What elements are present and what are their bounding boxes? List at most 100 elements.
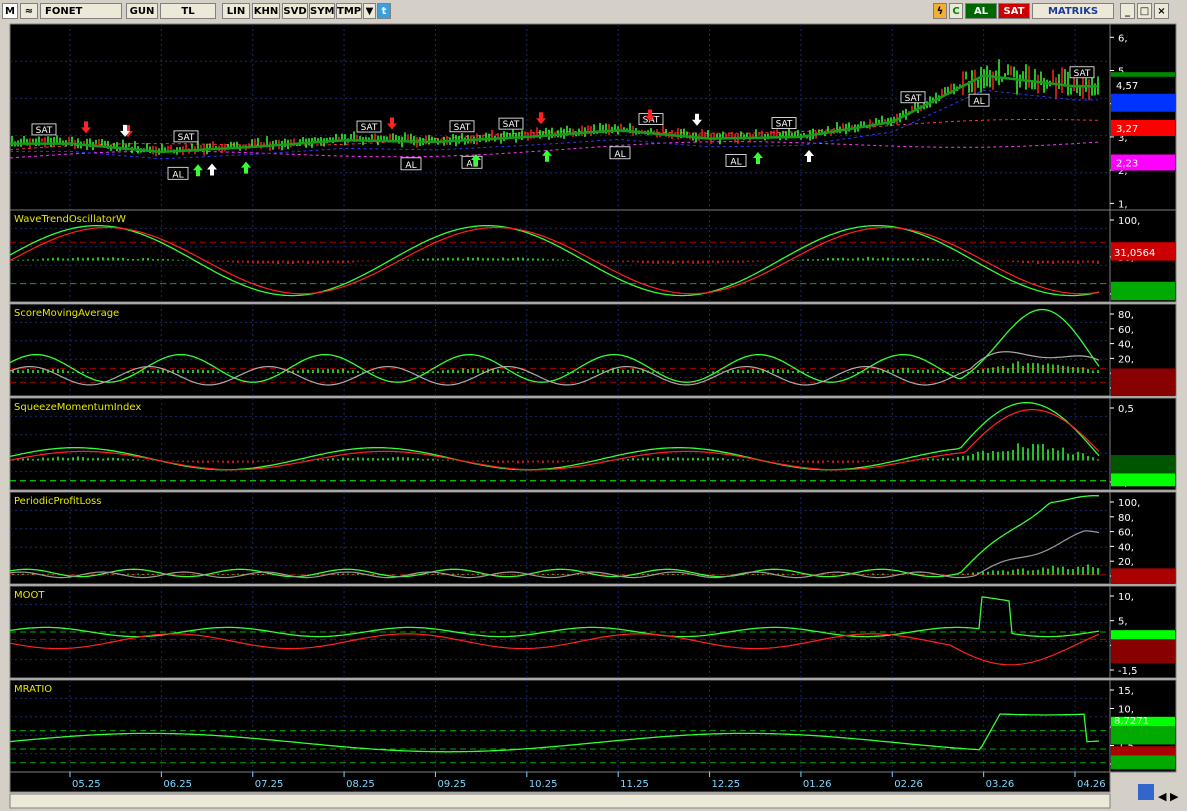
indicator-tick-label: 0,5 <box>1118 404 1134 415</box>
al-button[interactable]: AL <box>965 3 997 19</box>
indicator-tick-label: 80, <box>1118 513 1134 524</box>
date-tick-label: 01.26 <box>803 779 832 790</box>
indicator-title: WaveTrendOscillatorW <box>14 214 126 225</box>
date-tick-label: 05.25 <box>72 779 101 790</box>
indicator-tick-label: 60, <box>1118 528 1134 539</box>
buy-signal-label: AL <box>405 161 416 171</box>
lin-button[interactable]: LIN <box>222 3 250 19</box>
matriks-logo: MATRIKS <box>1032 3 1114 19</box>
indicator-tick-label: 15, <box>1118 686 1134 697</box>
sell-signal-label: SAT <box>503 120 520 130</box>
buy-signal-label: AL <box>973 97 984 107</box>
date-tick-label: 11.25 <box>620 779 649 790</box>
date-tick-label: 07.25 <box>255 779 284 790</box>
price-level-magenta: 2,23 <box>1116 159 1138 170</box>
scroll-left-icon[interactable]: ◀ <box>1158 790 1167 803</box>
khn-button[interactable]: KHN <box>252 3 280 19</box>
pane-6 <box>9 679 1177 773</box>
indicator-tick-label: 40, <box>1118 542 1134 553</box>
pane-3 <box>9 397 1177 491</box>
indicator-tick-label: 100, <box>1118 216 1140 227</box>
tmp-button[interactable]: TMP <box>336 3 362 19</box>
chart-type-icon[interactable]: ≈ <box>20 3 38 19</box>
dropdown-arrow-icon[interactable]: ▼ <box>363 3 376 19</box>
al-label: AL <box>973 6 989 17</box>
btn-label: GUN <box>129 6 155 17</box>
price-tick-label: 1, <box>1118 199 1128 210</box>
panes: 6,5,4,3,2,1,SATSATSATSATSATSATSATSATSATA… <box>9 23 1177 773</box>
pane-background <box>9 397 1111 491</box>
indicator-tick-label: 40, <box>1118 340 1134 351</box>
period-gun-button[interactable]: GUN <box>126 3 158 19</box>
btn-label: TMP <box>337 6 362 17</box>
symbol-field[interactable]: FONET <box>40 3 122 19</box>
date-tick-label: 04.26 <box>1077 779 1106 790</box>
refresh-icon[interactable]: C <box>949 3 963 19</box>
price-tick-label: 6, <box>1118 33 1128 44</box>
indicator-title: MRATIO <box>14 684 52 695</box>
scroll-right-icon[interactable]: ▶ <box>1170 790 1179 803</box>
close-button[interactable]: × <box>1154 3 1169 19</box>
indicator-tick-label: -1,5 <box>1118 666 1138 677</box>
sell-signal-label: SAT <box>36 126 53 136</box>
indicator-value-box <box>1111 630 1175 640</box>
indicator-tick-label: 20, <box>1118 557 1134 568</box>
indicator-tick-label: 20, <box>1118 354 1134 365</box>
lightning-icon[interactable]: ϟ <box>933 3 947 19</box>
sell-signal-label: SAT <box>905 94 922 104</box>
btn-label: SYM <box>310 6 335 17</box>
sell-signal-label: SAT <box>178 133 195 143</box>
indicator-title: MOOT <box>14 590 45 601</box>
indicator-title: ScoreMovingAverage <box>14 308 119 319</box>
date-tick-label: 10.25 <box>529 779 558 790</box>
twitter-icon[interactable]: t <box>377 3 391 19</box>
indicator-title: PeriodicProfitLoss <box>14 496 101 507</box>
date-axis: 05.25 06.25 07.25 08.25 09.25 10.25 11.25 12.25… <box>9 771 1111 793</box>
sat-button[interactable]: SAT <box>998 3 1030 19</box>
horizontal-scrollbar[interactable] <box>9 793 1111 809</box>
indicator-tick-label: 10, <box>1118 705 1134 716</box>
svd-button[interactable]: SVD <box>282 3 308 19</box>
date-tick-label: 09.25 <box>437 779 466 790</box>
indicator-title: SqueezeMomentumIndex <box>14 402 141 413</box>
indicator-current-value: 31,0564 <box>1114 248 1155 259</box>
btn-label: KHN <box>253 6 279 17</box>
symbol-text: FONET <box>45 6 83 17</box>
price-level-blue-box <box>1111 93 1175 112</box>
sym-button[interactable]: SYM <box>309 3 335 19</box>
pane-background <box>9 209 1111 303</box>
indicator-value-box <box>1111 639 1175 664</box>
indicator-value-box <box>1111 368 1175 396</box>
chart-area[interactable]: 6,5,4,3,2,1,SATSATSATSATSATSATSATSATSATA… <box>0 22 1187 811</box>
indicator-value-box <box>1111 746 1175 756</box>
sell-signal-label: SAT <box>454 123 471 133</box>
matriks-menu-button[interactable]: M <box>2 3 18 19</box>
indicator-value-box <box>1111 726 1175 745</box>
date-tick-label: 06.25 <box>163 779 192 790</box>
pane-background <box>9 491 1111 585</box>
buy-signal-label: AL <box>730 157 741 167</box>
indicator-value-box <box>1111 281 1175 301</box>
date-tick-label: 08.25 <box>346 779 375 790</box>
indicator-tick-label: 60, <box>1118 325 1134 336</box>
btn-label: SVD <box>283 6 307 17</box>
sat-label: SAT <box>1003 6 1025 17</box>
tl-button[interactable]: TL <box>160 3 216 19</box>
indicator-value-box <box>1111 755 1175 770</box>
pane-background <box>9 679 1111 773</box>
refresh-chart-icon[interactable] <box>1138 784 1154 800</box>
minimize-button[interactable]: _ <box>1120 3 1135 19</box>
menu-label: M <box>5 6 15 17</box>
sell-signal-label: SAT <box>361 123 378 133</box>
restore-button[interactable]: □ <box>1137 3 1152 19</box>
indicator-value-box <box>1111 568 1175 584</box>
date-tick-label: 03.26 <box>986 779 1015 790</box>
min-glyph: _ <box>1125 6 1130 17</box>
date-tick-label: 12.25 <box>712 779 741 790</box>
restore-glyph: □ <box>1139 6 1150 17</box>
buy-signal-label: AL <box>614 150 625 160</box>
indicator-value-box <box>1111 473 1175 487</box>
price-level-red: 3,27 <box>1116 124 1138 135</box>
brand-text: MATRIKS <box>1047 6 1099 17</box>
pane-4 <box>9 491 1177 585</box>
